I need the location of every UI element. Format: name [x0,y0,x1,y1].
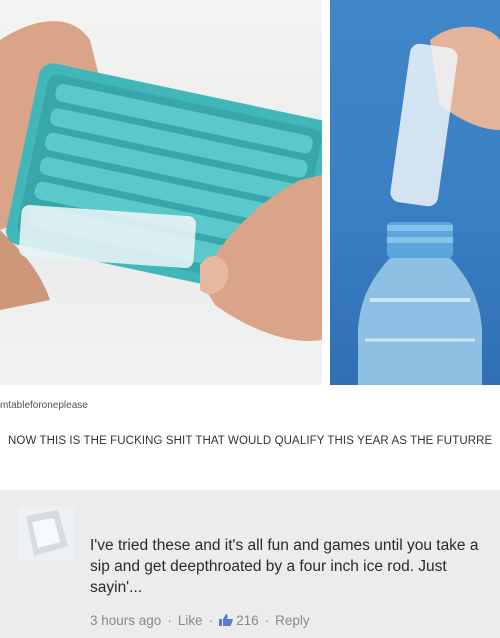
separator-dot: · [264,613,270,628]
ice-tray-photo [0,0,322,385]
like-count-value: 216 [236,613,259,628]
thumbs-up-icon [219,614,233,626]
like-link[interactable]: Like [178,613,203,628]
avatar[interactable] [18,506,74,560]
comment-timestamp: 3 hours ago [90,613,162,628]
comment-meta: 3 hours ago · Like · 216 · Reply [90,613,310,628]
post-username[interactable]: mtableforoneplease [0,400,88,411]
photo-collage [0,0,500,385]
bottle-illustration [358,26,500,385]
comment-text: I've tried these and it's all fun and ga… [90,537,479,596]
bottle-photo [330,0,500,385]
separator-dot: · [208,613,214,628]
ice-tray-illustration [0,21,322,341]
post-text: NOW THIS IS THE FUCKING SHIT THAT WOULD … [8,435,493,447]
like-count: 216 [219,613,259,628]
separator-dot: · [167,613,172,628]
ice-avatar-icon [18,506,74,560]
reply-link[interactable]: Reply [275,613,310,628]
